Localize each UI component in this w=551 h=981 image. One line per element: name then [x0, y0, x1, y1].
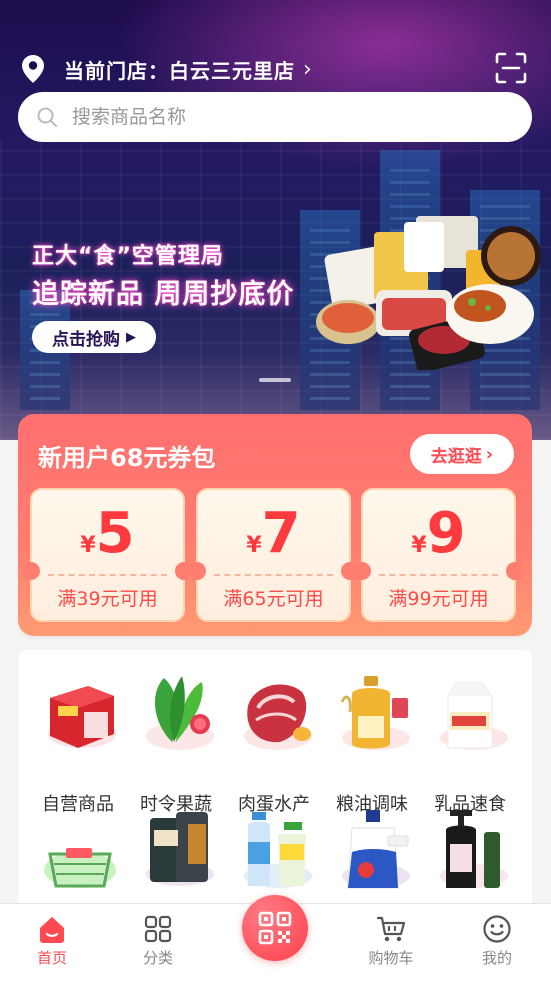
carousel-indicator	[259, 378, 291, 382]
banner-cta-button[interactable]: 点击抢购 ▶	[32, 321, 156, 353]
location-pin-icon	[22, 55, 44, 83]
coupon-condition: 满39元可用	[57, 588, 158, 610]
detergent-icon	[342, 810, 410, 889]
store-selector[interactable]: 当前门店：白云三元里店 ›	[20, 52, 312, 86]
food-products-image	[316, 216, 541, 370]
search-bar[interactable]	[18, 92, 532, 142]
coupon-card[interactable]: ¥7 满65元可用	[188, 488, 359, 622]
nav-label: 首页	[36, 949, 67, 967]
category-grid: 自营商品 时令果蔬 肉蛋水产 粮油调味 乳品速食	[18, 650, 532, 904]
go-browse-label: 去逛逛	[430, 446, 482, 467]
coupon-divider	[214, 574, 333, 576]
coupon-condition: 满99元可用	[388, 588, 489, 610]
new-user-coupon-pack: 新用户68元券包 去逛逛 › ¥5 满39元可用 ¥7 满65元可用 ¥9 满9…	[18, 414, 532, 636]
vegetables-icon	[146, 676, 214, 750]
banner-headline: 正大“食”空管理局	[32, 244, 224, 269]
home-icon	[40, 917, 64, 943]
nav-item-home[interactable]: 首页	[12, 914, 92, 968]
nav-item-cart[interactable]: 购物车	[351, 914, 431, 968]
scan-pay-button[interactable]	[242, 895, 308, 961]
currency-symbol: ¥	[411, 533, 427, 558]
coupon-amount: 5	[95, 501, 135, 566]
play-triangle-icon: ▶	[126, 329, 136, 345]
meat-icon	[244, 684, 312, 750]
store-label: 当前门店：白云三元里店	[64, 58, 295, 83]
nav-item-profile[interactable]: 我的	[457, 914, 537, 968]
coupon-divider	[379, 574, 498, 576]
drinks-icon	[244, 812, 312, 888]
qr-scan-icon	[258, 911, 292, 945]
coupon-notch	[506, 562, 524, 580]
fresh-milk-icon	[440, 681, 508, 750]
milk-gift-box-icon	[48, 686, 116, 748]
body-wash-icon	[440, 810, 508, 888]
nav-label: 分类	[142, 949, 173, 967]
chevron-right-icon: ›	[303, 56, 312, 82]
go-browse-button[interactable]: 去逛逛 ›	[410, 434, 514, 474]
currency-symbol: ¥	[80, 533, 96, 558]
coupon-notch	[353, 562, 371, 580]
coupon-condition: 满65元可用	[223, 588, 324, 610]
search-input[interactable]	[72, 106, 472, 128]
nav-label: 购物车	[368, 949, 414, 967]
coupon-amount: 7	[261, 501, 301, 566]
cart-icon	[376, 916, 406, 942]
hero-banner[interactable]: 当前门店：白云三元里店 › 正大“食”空管理局 追踪新品 周周抄底价 点击抢购 …	[0, 0, 551, 440]
smiley-icon	[483, 915, 511, 943]
banner-subline: 追踪新品 周周抄底价	[32, 279, 295, 310]
chevron-right-icon: ›	[485, 443, 494, 465]
snacks-icon	[146, 812, 214, 886]
coupon-pack-title: 新用户68元券包	[38, 444, 216, 472]
coupon-card[interactable]: ¥5 满39元可用	[22, 488, 193, 622]
nav-item-category[interactable]: 分类	[118, 914, 198, 968]
coupon-amount: 9	[426, 501, 466, 566]
search-icon	[37, 107, 57, 127]
coupon-card[interactable]: ¥9 满99元可用	[353, 488, 524, 622]
basket-icon	[44, 848, 116, 888]
scan-icon[interactable]	[495, 52, 527, 84]
category-grid-icon	[144, 915, 172, 943]
nav-label: 我的	[481, 949, 512, 967]
currency-symbol: ¥	[246, 533, 262, 558]
coupon-notch	[22, 562, 40, 580]
banner-cta-label: 点击抢购	[52, 329, 120, 350]
coupon-notch	[188, 562, 206, 580]
cooking-oil-icon	[340, 676, 410, 750]
coupon-divider	[48, 574, 167, 576]
